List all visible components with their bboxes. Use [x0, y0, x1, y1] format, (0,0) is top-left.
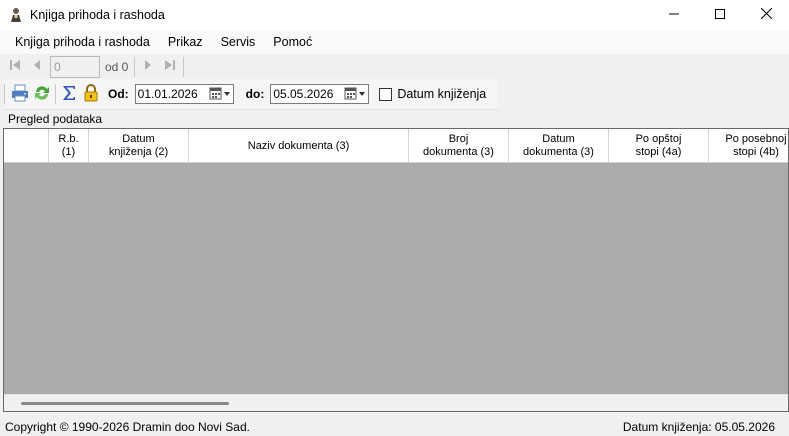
- maximize-icon: [715, 8, 725, 22]
- column-header-rb[interactable]: R.b. (1): [49, 129, 89, 163]
- menu-bar: Knjiga prihoda i rashoda Prikaz Servis P…: [0, 30, 789, 54]
- record-navigator: 0 od 0: [4, 54, 202, 79]
- menu-prikaz[interactable]: Prikaz: [159, 30, 212, 54]
- window-title: Knjiga prihoda i rashoda: [30, 8, 165, 22]
- print-icon: [11, 84, 29, 105]
- close-button[interactable]: [743, 0, 789, 30]
- menu-servis[interactable]: Servis: [212, 30, 265, 54]
- status-bar: Copyright © 1990-2026 Dramin doo Novi Sa…: [0, 418, 789, 436]
- from-date-picker[interactable]: 01.01.2026: [134, 84, 234, 104]
- record-count-label: od 0: [105, 59, 129, 74]
- previous-record-icon: [32, 59, 42, 74]
- booking-date-status: Datum knjiženja: 05.05.2026: [622, 420, 775, 434]
- print-button[interactable]: [9, 83, 31, 105]
- lock-button[interactable]: [80, 83, 102, 105]
- data-grid[interactable]: R.b. (1) Datum knjiženja (2) Naziv dokum…: [3, 128, 789, 412]
- column-header-document-number[interactable]: Broj dokumenta (3): [409, 129, 509, 163]
- next-record-button[interactable]: [137, 56, 159, 78]
- column-header-document-date[interactable]: Datum dokumenta (3): [509, 129, 609, 163]
- grid-header: R.b. (1) Datum knjiženja (2) Naziv dokum…: [4, 129, 788, 163]
- sum-icon: [60, 84, 78, 105]
- toolbar-grip: [4, 84, 5, 104]
- column-header-special-rate[interactable]: Po posebnoj stopi (4b): [709, 129, 788, 163]
- minimize-icon: [669, 8, 679, 22]
- menu-pomoc[interactable]: Pomoć: [264, 30, 321, 54]
- scrollbar-thumb[interactable]: [21, 402, 229, 405]
- title-bar: Knjiga prihoda i rashoda: [0, 0, 789, 30]
- refresh-button[interactable]: [31, 83, 53, 105]
- from-date-label: Od:: [108, 87, 129, 101]
- maximize-button[interactable]: [697, 0, 743, 30]
- next-record-icon: [143, 59, 153, 74]
- horizontal-scrollbar[interactable]: [4, 394, 788, 411]
- booking-date-checkbox[interactable]: [379, 87, 393, 101]
- column-header-booking-date[interactable]: Datum knjiženja (2): [89, 129, 189, 163]
- toolbar-separator: [134, 56, 136, 77]
- calendar-dropdown-icon[interactable]: [342, 85, 368, 103]
- menu-knjiga[interactable]: Knjiga prihoda i rashoda: [6, 30, 159, 54]
- copyright-text: Copyright © 1990-2026 Dramin doo Novi Sa…: [5, 420, 250, 434]
- minimize-button[interactable]: [651, 0, 697, 30]
- to-date-value: 05.05.2026: [273, 87, 334, 101]
- last-record-icon: [164, 59, 176, 74]
- column-header-general-rate[interactable]: Po opštoj stopi (4a): [609, 129, 709, 163]
- from-date-value: 01.01.2026: [137, 87, 198, 101]
- calendar-dropdown-icon[interactable]: [207, 85, 233, 103]
- toolbar-separator: [55, 84, 56, 104]
- record-position-input[interactable]: 0: [50, 55, 100, 78]
- lock-icon: [82, 83, 100, 105]
- to-date-picker[interactable]: 05.05.2026: [270, 84, 370, 104]
- column-header-document-name[interactable]: Naziv dokumenta (3): [189, 129, 409, 163]
- sum-button[interactable]: [58, 83, 80, 105]
- data-overview-title: Pregled podataka: [8, 112, 103, 126]
- first-record-button[interactable]: [4, 56, 26, 78]
- booking-date-checkbox-label[interactable]: Datum knjiženja: [397, 87, 486, 101]
- accountant-icon: [8, 7, 24, 23]
- close-icon: [760, 7, 772, 22]
- to-date-label: do:: [245, 87, 265, 101]
- row-header-corner[interactable]: [4, 129, 49, 163]
- last-record-button[interactable]: [159, 56, 181, 78]
- toolbar-separator: [183, 56, 185, 77]
- filter-toolbar: Od: 01.01.2026 do: 05.05.2026 Datum knji…: [4, 79, 498, 110]
- first-record-icon: [9, 59, 21, 74]
- refresh-icon: [33, 84, 51, 105]
- previous-record-button[interactable]: [26, 56, 48, 78]
